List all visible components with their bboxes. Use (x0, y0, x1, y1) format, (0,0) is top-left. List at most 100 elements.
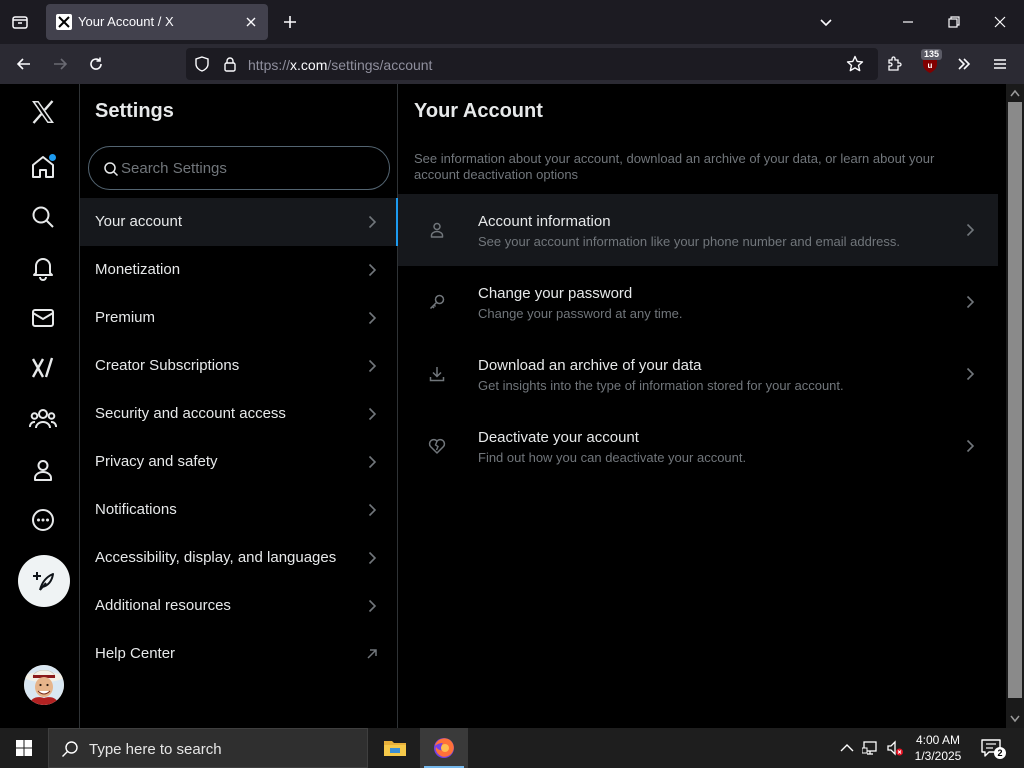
account-information-option[interactable]: Account information See your account inf… (398, 194, 998, 266)
browser-tab-active[interactable]: Your Account / X (46, 4, 268, 40)
settings-item-your-account[interactable]: Your account (80, 198, 398, 246)
settings-item-label: Accessibility, display, and languages (95, 549, 337, 566)
scroll-down-arrow-icon[interactable] (1009, 714, 1021, 724)
tab-list-icon[interactable] (6, 8, 34, 36)
extensions-icon[interactable] (882, 52, 906, 76)
chevron-right-icon (966, 223, 975, 237)
page-scrollbar-thumb[interactable] (1008, 102, 1022, 698)
x-primary-nav (0, 84, 80, 728)
settings-item-monetization[interactable]: Monetization (80, 246, 398, 294)
settings-item-label: Help Center (95, 645, 176, 662)
settings-item-label: Your account (95, 213, 183, 230)
notification-count-badge: 2 (994, 747, 1006, 759)
download-icon (429, 367, 445, 382)
search-icon (62, 741, 78, 757)
x-logo-icon[interactable] (18, 90, 68, 134)
chevron-right-icon (368, 551, 377, 565)
chevron-down-icon[interactable] (814, 10, 838, 34)
back-icon[interactable] (12, 52, 36, 76)
new-tab-icon[interactable] (278, 10, 302, 34)
url-host: x.com (290, 57, 328, 73)
clock-date: 1/3/2025 (914, 749, 962, 763)
settings-item-label: Creator Subscriptions (95, 357, 240, 374)
x-favicon-icon (56, 14, 72, 30)
windows-start-icon[interactable] (0, 728, 48, 768)
settings-search-box[interactable] (88, 146, 390, 190)
chevron-right-icon (368, 503, 377, 517)
key-icon (429, 294, 445, 310)
search-icon (104, 162, 119, 177)
url-text[interactable]: https://x.com/settings/account (248, 57, 432, 73)
settings-item-creator-subscriptions[interactable]: Creator Subscriptions (80, 342, 398, 390)
close-window-icon[interactable] (986, 8, 1014, 36)
option-label: Download an archive of your data (478, 357, 702, 374)
tab-title: Your Account / X (78, 14, 174, 29)
option-label: Change your password (478, 285, 633, 302)
external-link-icon (367, 649, 377, 659)
chevron-right-icon (368, 599, 377, 613)
restore-icon[interactable] (940, 8, 968, 36)
settings-item-accessibility[interactable]: Accessibility, display, and languages (80, 534, 398, 582)
taskbar-search-box[interactable]: Type here to search (48, 728, 368, 768)
firefox-icon[interactable] (420, 728, 468, 768)
file-explorer-icon[interactable] (371, 728, 419, 768)
grok-icon[interactable] (18, 346, 68, 390)
settings-item-label: Monetization (95, 261, 181, 278)
settings-item-help-center[interactable]: Help Center (80, 630, 398, 678)
settings-item-notifications[interactable]: Notifications (80, 486, 398, 534)
overflow-menu-icon[interactable] (952, 52, 976, 76)
settings-panel: Settings Your account Monetization Premi… (79, 84, 398, 728)
settings-item-security[interactable]: Security and account access (80, 390, 398, 438)
profile-icon[interactable] (18, 448, 68, 492)
url-path: /settings/account (327, 57, 433, 73)
chevron-right-icon (368, 359, 377, 373)
chevron-right-icon (368, 311, 377, 325)
mail-icon[interactable] (18, 296, 68, 340)
settings-item-label: Privacy and safety (95, 453, 218, 470)
settings-search-input[interactable] (121, 158, 381, 178)
tray-chevron-up-icon[interactable] (838, 739, 856, 757)
windows-taskbar: Type here to search 4:00 AM 1/3/2025 2 (0, 728, 1024, 768)
shield-icon[interactable] (194, 56, 210, 72)
lock-icon[interactable] (222, 56, 238, 72)
settings-item-privacy[interactable]: Privacy and safety (80, 438, 398, 486)
download-archive-option[interactable]: Download an archive of your data Get ins… (398, 338, 998, 410)
reload-icon[interactable] (84, 52, 108, 76)
more-icon[interactable] (18, 498, 68, 542)
search-icon[interactable] (18, 195, 68, 239)
avatar[interactable] (24, 665, 64, 705)
your-account-panel: Your Account See information about your … (398, 84, 998, 728)
clock-time: 4:00 AM (915, 733, 961, 747)
chevron-right-icon (368, 215, 377, 229)
settings-item-label: Additional resources (95, 597, 231, 614)
forward-icon[interactable] (48, 52, 72, 76)
settings-item-premium[interactable]: Premium (80, 294, 398, 342)
address-bar[interactable]: https://x.com/settings/account (186, 48, 878, 80)
hamburger-menu-icon[interactable] (988, 52, 1012, 76)
volume-muted-icon[interactable] (886, 739, 904, 757)
compose-post-button[interactable] (18, 555, 70, 607)
minimize-icon[interactable] (894, 8, 922, 36)
option-description: Change your password at any time. (478, 306, 683, 321)
bell-icon[interactable] (18, 246, 68, 290)
network-icon[interactable] (862, 739, 880, 757)
settings-item-label: Security and account access (95, 405, 286, 422)
tab-close-icon[interactable] (242, 13, 260, 31)
option-description: Find out how you can deactivate your acc… (478, 450, 747, 465)
browser-nav-bar: https://x.com/settings/account u 135 (0, 44, 1024, 84)
settings-list: Your account Monetization Premium Creato… (80, 198, 398, 678)
settings-item-additional-resources[interactable]: Additional resources (80, 582, 398, 630)
communities-icon[interactable] (18, 397, 68, 441)
change-password-option[interactable]: Change your password Change your passwor… (398, 266, 998, 338)
browser-tab-strip: Your Account / X (0, 0, 1024, 44)
deactivate-account-option[interactable]: Deactivate your account Find out how you… (398, 410, 998, 482)
ublock-extension-button[interactable]: u 135 (918, 49, 943, 76)
broken-heart-icon (428, 438, 446, 454)
chevron-right-icon (966, 439, 975, 453)
url-scheme: https:// (248, 57, 291, 73)
home-icon[interactable] (18, 145, 68, 189)
scroll-up-arrow-icon[interactable] (1009, 88, 1021, 98)
star-icon[interactable] (846, 55, 864, 73)
home-notification-dot (49, 154, 56, 161)
taskbar-clock[interactable]: 4:00 AM 1/3/2025 (906, 732, 970, 764)
